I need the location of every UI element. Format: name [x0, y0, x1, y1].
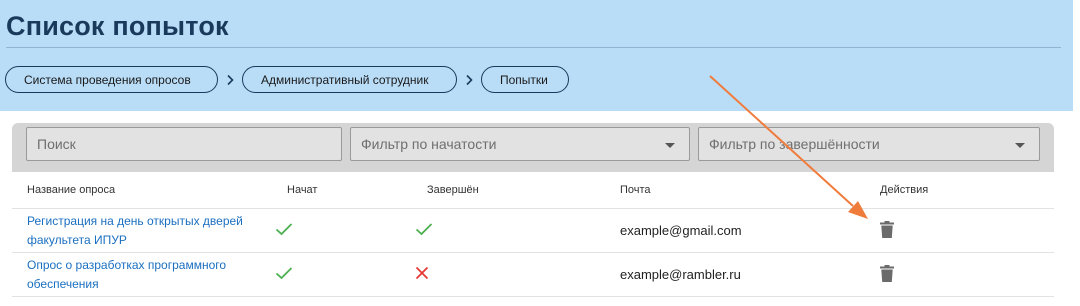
- column-header-email[interactable]: Почта: [605, 172, 865, 209]
- trash-icon[interactable]: [880, 264, 894, 285]
- check-icon: [275, 267, 293, 283]
- chevron-right-icon: [457, 74, 481, 86]
- filter-bar: Поиск Фильтр по начатости Фильтр по заве…: [12, 123, 1054, 172]
- check-icon: [275, 223, 293, 239]
- finished-cell: [412, 208, 605, 253]
- actions-cell: [865, 252, 1054, 297]
- attempts-table: Название опроса Начат Завершён Почта Дей…: [12, 172, 1054, 297]
- dropdown-arrow-icon: [1015, 143, 1025, 148]
- breadcrumb-item-attempts[interactable]: Попытки: [481, 66, 569, 93]
- email-cell: example@gmail.com: [605, 208, 865, 253]
- survey-name-line1: Опрос о разработках программного: [27, 257, 227, 272]
- trash-icon[interactable]: [880, 220, 894, 241]
- finished-filter-select[interactable]: Фильтр по завершённости: [698, 127, 1040, 161]
- started-cell: [272, 208, 412, 253]
- cross-icon: [415, 266, 429, 283]
- started-filter-label: Фильтр по начатости: [361, 136, 497, 152]
- survey-name-cell: Регистрация на день открытых дверей факу…: [12, 208, 272, 253]
- column-header-survey-name[interactable]: Название опроса: [12, 172, 272, 209]
- survey-link[interactable]: Регистрация на день открытых дверей факу…: [27, 212, 267, 250]
- table-row: Регистрация на день открытых дверей факу…: [12, 208, 1054, 253]
- email-text: example@gmail.com: [620, 223, 742, 238]
- page-title: Список попыток: [6, 11, 229, 41]
- title-divider: [6, 47, 1061, 48]
- survey-name-line2: обеспечения: [27, 276, 99, 291]
- breadcrumb-item-survey-system[interactable]: Система проведения опросов: [5, 66, 218, 93]
- started-cell: [272, 252, 412, 297]
- actions-cell: [865, 208, 1054, 253]
- survey-name-line2: факультета ИПУР: [27, 232, 127, 247]
- survey-link[interactable]: Опрос о разработках программного обеспеч…: [27, 256, 267, 294]
- started-filter-select[interactable]: Фильтр по начатости: [350, 127, 690, 161]
- table-row: Опрос о разработках программного обеспеч…: [12, 252, 1054, 297]
- email-text: example@rambler.ru: [620, 267, 741, 282]
- check-icon: [415, 223, 433, 239]
- survey-name-cell: Опрос о разработках программного обеспеч…: [12, 252, 272, 297]
- finished-filter-label: Фильтр по завершённости: [709, 136, 880, 152]
- breadcrumb: Система проведения опросов Административ…: [5, 65, 569, 94]
- column-header-finished[interactable]: Завершён: [412, 172, 605, 209]
- finished-cell: [412, 252, 605, 297]
- table-header-row: Название опроса Начат Завершён Почта Дей…: [12, 172, 1054, 209]
- column-header-started[interactable]: Начат: [272, 172, 412, 209]
- email-cell: example@rambler.ru: [605, 252, 865, 297]
- search-input[interactable]: Поиск: [26, 127, 342, 161]
- breadcrumb-item-admin-employee[interactable]: Административный сотрудник: [242, 66, 457, 93]
- page-header: Список попыток Система проведения опросо…: [0, 0, 1073, 111]
- chevron-right-icon: [218, 74, 242, 86]
- attempts-panel: Поиск Фильтр по начатости Фильтр по заве…: [12, 123, 1054, 306]
- dropdown-arrow-icon: [665, 143, 675, 148]
- survey-name-line1: Регистрация на день открытых дверей: [27, 213, 243, 228]
- column-header-actions: Действия: [865, 172, 1054, 209]
